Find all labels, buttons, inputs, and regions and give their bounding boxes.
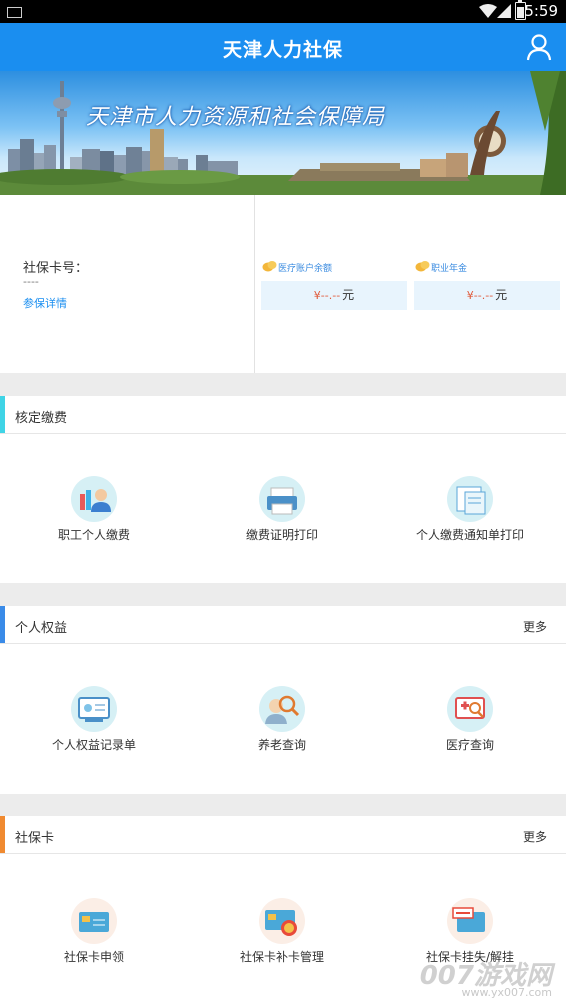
payment-person-icon	[71, 476, 117, 522]
pension-query-item[interactable]: 养老查询	[188, 686, 376, 766]
payment-notice-print-item[interactable]: 个人缴费通知单打印	[376, 476, 564, 556]
app-title: 天津人力社保	[222, 39, 343, 61]
notice-print-icon	[447, 476, 493, 522]
section-accent-bar	[0, 816, 5, 853]
watermark-url: www.yx007.com	[461, 986, 552, 999]
person-icon[interactable]	[526, 33, 552, 61]
printer-icon	[259, 476, 305, 522]
section-header: 社保卡 更多	[0, 816, 566, 854]
annuity-amount: ¥--.--	[466, 289, 494, 302]
rights-record-item[interactable]: 个人权益记录单	[0, 686, 188, 766]
section-accent-bar	[0, 396, 5, 433]
card-lost-icon	[447, 898, 493, 944]
pension-search-icon	[259, 686, 305, 732]
card-apply-item[interactable]: 社保卡申领	[0, 898, 188, 978]
annuity-label: 职业年金	[431, 264, 468, 274]
account-card: 社保卡号： ---- 参保详情 医疗账户余额 ¥--.-- 元 职业年金 ¥--.…	[0, 195, 566, 373]
section-accent-bar	[0, 606, 5, 643]
clock: 5:59	[524, 2, 558, 20]
card-number-value: ----	[23, 275, 39, 288]
item-label: 养老查询	[257, 738, 306, 752]
coins-icon	[415, 261, 430, 272]
more-link[interactable]: 更多	[523, 618, 547, 635]
rights-record-icon	[71, 686, 117, 732]
card-replace-item[interactable]: 社保卡补卡管理	[188, 898, 376, 978]
wifi-icon	[479, 4, 497, 18]
banner-title: 天津市人力资源和社会保障局	[86, 105, 386, 130]
section-title: 社保卡	[15, 831, 55, 846]
item-label: 个人缴费通知单打印	[415, 528, 524, 542]
app-bar: 天津人力社保	[0, 23, 566, 71]
card-apply-icon	[71, 898, 117, 944]
medical-balance-box: ¥--.-- 元	[261, 281, 407, 310]
medical-balance-unit: 元	[342, 288, 355, 302]
card-number-label: 社保卡号：	[23, 261, 89, 276]
item-label: 社保卡补卡管理	[239, 950, 324, 964]
city-skyline-image	[0, 71, 566, 195]
item-label: 职工个人缴费	[57, 528, 130, 542]
section-personal-rights: 个人权益 更多 个人权益记录单 养老查询 医疗查询	[0, 606, 566, 794]
card-replace-icon	[259, 898, 305, 944]
medical-search-icon	[447, 686, 493, 732]
section-header: 核定缴费	[0, 396, 566, 434]
medical-balance-amount: ¥--.--	[313, 289, 341, 302]
item-label: 医疗查询	[445, 738, 494, 752]
payment-certificate-item[interactable]: 缴费证明打印	[188, 476, 376, 556]
account-divider	[254, 195, 255, 373]
item-label: 社保卡申领	[63, 950, 124, 964]
annuity-unit: 元	[495, 288, 508, 302]
item-label: 缴费证明打印	[245, 528, 318, 542]
section-payment: 核定缴费 职工个人缴费 缴费证明打印 个人缴费通知单打印	[0, 396, 566, 583]
medical-balance-label: 医疗账户余额	[278, 264, 333, 274]
coins-icon	[262, 261, 277, 272]
item-label: 个人权益记录单	[51, 738, 136, 752]
signal-icon	[497, 4, 511, 18]
medical-query-item[interactable]: 医疗查询	[376, 686, 564, 766]
banner[interactable]: 天津市人力资源和社会保障局	[0, 71, 566, 195]
employee-payment-item[interactable]: 职工个人缴费	[0, 476, 188, 556]
keyboard-icon	[7, 7, 22, 18]
more-link[interactable]: 更多	[523, 828, 547, 845]
section-header: 个人权益 更多	[0, 606, 566, 644]
annuity-box: ¥--.-- 元	[414, 281, 560, 310]
section-title: 个人权益	[15, 621, 68, 636]
insurance-detail-link[interactable]: 参保详情	[23, 295, 67, 311]
status-bar: 5:59	[0, 0, 566, 23]
section-title: 核定缴费	[15, 411, 68, 426]
